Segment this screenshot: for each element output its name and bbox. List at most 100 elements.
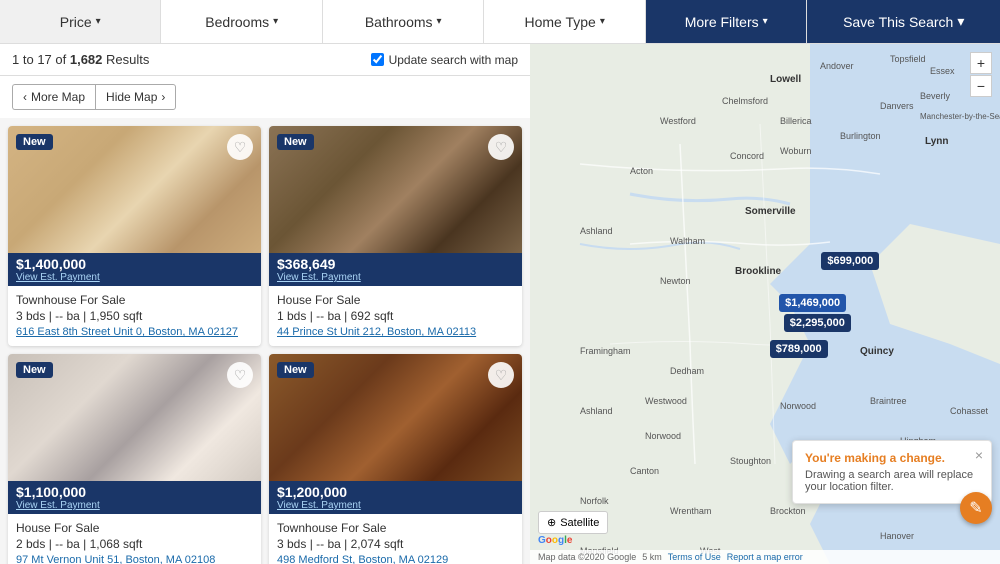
- listing-info: Townhouse For Sale 3 bds | -- ba | 2,074…: [269, 514, 522, 564]
- map-data-label: Map data ©2020 Google: [538, 552, 636, 562]
- listing-type: House For Sale: [16, 521, 253, 535]
- satellite-btn[interactable]: ⊕ Satellite: [538, 511, 608, 534]
- listing-address[interactable]: 498 Medford St, Boston, MA 02129: [277, 554, 514, 564]
- svg-text:Quincy: Quincy: [860, 346, 894, 357]
- map-controls-row: ‹ More Map Hide Map ›: [0, 76, 530, 118]
- listings-grid: New ♡ $1,400,000 View Est. Payment Townh…: [0, 118, 530, 564]
- map-bottom-bar: Map data ©2020 Google 5 km Terms of Use …: [530, 550, 1000, 564]
- listing-address[interactable]: 44 Prince St Unit 212, Boston, MA 02113: [277, 326, 514, 338]
- hometype-filter-btn[interactable]: Home Type ▾: [484, 0, 645, 43]
- map-panel[interactable]: Andover Topsfield Essex Lowell Chelmsfor…: [530, 44, 1000, 564]
- results-count: 1 to 17 of 1,682 Results: [12, 52, 149, 67]
- satellite-icon: ⊕: [547, 516, 556, 529]
- svg-text:Cohasset: Cohasset: [950, 406, 989, 416]
- listing-address[interactable]: 97 Mt Vernon Unit 51, Boston, MA 02108: [16, 554, 253, 564]
- zoom-in-btn[interactable]: +: [970, 52, 992, 74]
- est-payment-link[interactable]: View Est. Payment: [277, 500, 514, 511]
- new-badge: New: [16, 362, 53, 378]
- price-label: Price: [60, 14, 92, 30]
- terms-of-use-link[interactable]: Terms of Use: [668, 552, 721, 562]
- svg-text:Beverly: Beverly: [920, 91, 951, 101]
- toast-close-btn[interactable]: ×: [975, 447, 983, 463]
- report-error-link[interactable]: Report a map error: [727, 552, 803, 562]
- est-payment-link[interactable]: View Est. Payment: [16, 500, 253, 511]
- listing-info: Townhouse For Sale 3 bds | -- ba | 1,950…: [8, 286, 261, 346]
- svg-text:Andover: Andover: [820, 61, 854, 71]
- update-search-label: Update search with map: [389, 53, 518, 67]
- update-search-check[interactable]: Update search with map: [371, 53, 518, 67]
- svg-text:Wrentham: Wrentham: [670, 506, 711, 516]
- svg-text:Woburn: Woburn: [780, 146, 811, 156]
- listing-price: $1,400,000: [16, 256, 253, 272]
- update-search-checkbox[interactable]: [371, 53, 384, 66]
- favorite-btn[interactable]: ♡: [488, 362, 514, 388]
- new-badge: New: [277, 134, 314, 150]
- favorite-btn[interactable]: ♡: [227, 362, 253, 388]
- heart-icon: ♡: [495, 139, 508, 156]
- google-logo: Google: [538, 535, 572, 546]
- more-filters-btn[interactable]: More Filters ▾: [646, 0, 807, 43]
- map-distance: 5 km: [642, 552, 662, 562]
- svg-text:Concord: Concord: [730, 151, 764, 161]
- map-fab-btn[interactable]: ✎: [960, 492, 992, 524]
- bedrooms-label: Bedrooms: [205, 14, 269, 30]
- more-map-btn[interactable]: ‹ More Map: [12, 84, 95, 110]
- svg-text:Stoughton: Stoughton: [730, 456, 771, 466]
- listing-beds: 3 bds | -- ba | 2,074 sqft: [277, 537, 514, 551]
- price-chevron-icon: ▾: [96, 16, 101, 27]
- hide-map-btn[interactable]: Hide Map ›: [95, 84, 176, 110]
- price-bar: $368,649 View Est. Payment: [269, 253, 522, 286]
- est-payment-link[interactable]: View Est. Payment: [277, 272, 514, 283]
- map-zoom-controls: + −: [970, 52, 992, 97]
- favorite-btn[interactable]: ♡: [488, 134, 514, 160]
- svg-text:Manchester-by-the-Sea: Manchester-by-the-Sea: [920, 112, 1000, 121]
- listing-card: New ♡ $368,649 View Est. Payment House F…: [269, 126, 522, 346]
- svg-text:Braintree: Braintree: [870, 396, 907, 406]
- bathrooms-label: Bathrooms: [365, 14, 433, 30]
- more-map-label: More Map: [31, 90, 85, 104]
- listing-photo: New ♡ $368,649 View Est. Payment: [269, 126, 522, 286]
- listing-type: House For Sale: [277, 293, 514, 307]
- listing-photo: New ♡ $1,100,000 View Est. Payment: [8, 354, 261, 514]
- favorite-btn[interactable]: ♡: [227, 134, 253, 160]
- price-pin[interactable]: $789,000: [770, 340, 828, 358]
- listing-address[interactable]: 616 East 8th Street Unit 0, Boston, MA 0…: [16, 326, 253, 338]
- svg-text:Essex: Essex: [930, 66, 955, 76]
- listing-card: New ♡ $1,100,000 View Est. Payment House…: [8, 354, 261, 564]
- svg-text:Westwood: Westwood: [645, 396, 687, 406]
- listing-photo: New ♡ $1,400,000 View Est. Payment: [8, 126, 261, 286]
- svg-text:Billerica: Billerica: [780, 116, 812, 126]
- svg-text:Newton: Newton: [660, 276, 691, 286]
- svg-text:Westford: Westford: [660, 116, 696, 126]
- svg-text:Hanover: Hanover: [880, 531, 914, 541]
- new-badge: New: [16, 134, 53, 150]
- svg-text:Topsfield: Topsfield: [890, 54, 926, 64]
- listing-info: House For Sale 2 bds | -- ba | 1,068 sqf…: [8, 514, 261, 564]
- svg-text:Somerville: Somerville: [745, 206, 796, 217]
- est-payment-link[interactable]: View Est. Payment: [16, 272, 253, 283]
- fab-icon: ✎: [969, 498, 982, 518]
- listing-beds: 2 bds | -- ba | 1,068 sqft: [16, 537, 253, 551]
- map-left-icon: ‹: [23, 90, 27, 104]
- bathrooms-chevron-icon: ▾: [437, 16, 442, 27]
- price-filter-btn[interactable]: Price ▾: [0, 0, 161, 43]
- svg-text:Norwood: Norwood: [780, 401, 816, 411]
- price-pin[interactable]: $699,000: [821, 252, 879, 270]
- price-pin[interactable]: $1,469,000: [779, 294, 846, 312]
- heart-icon: ♡: [234, 367, 247, 384]
- svg-text:Brockton: Brockton: [770, 506, 806, 516]
- listing-card: New ♡ $1,400,000 View Est. Payment Townh…: [8, 126, 261, 346]
- svg-text:Norwood: Norwood: [645, 431, 681, 441]
- heart-icon: ♡: [234, 139, 247, 156]
- bathrooms-filter-btn[interactable]: Bathrooms ▾: [323, 0, 484, 43]
- save-search-btn[interactable]: Save This Search ▾: [807, 0, 1000, 43]
- zoom-out-btn[interactable]: −: [970, 75, 992, 97]
- listing-card: New ♡ $1,200,000 View Est. Payment Townh…: [269, 354, 522, 564]
- svg-text:Brookline: Brookline: [735, 266, 782, 277]
- listing-price: $368,649: [277, 256, 514, 272]
- price-pin[interactable]: $2,295,000: [784, 314, 851, 332]
- more-filters-label: More Filters: [685, 14, 759, 30]
- bedrooms-filter-btn[interactable]: Bedrooms ▾: [161, 0, 322, 43]
- listing-beds: 3 bds | -- ba | 1,950 sqft: [16, 309, 253, 323]
- listings-panel: 1 to 17 of 1,682 Results Update search w…: [0, 44, 530, 564]
